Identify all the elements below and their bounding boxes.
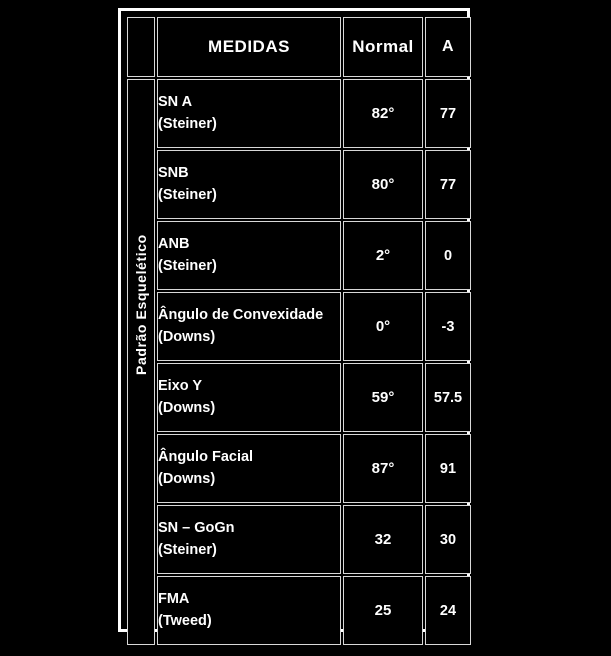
measure-author: (Steiner) — [158, 186, 217, 203]
header-corner-cell — [127, 17, 155, 77]
table-row: Ângulo de Convexidade (Downs) 0° -3 — [127, 292, 471, 361]
patient-value: 77 — [425, 150, 471, 219]
measure-author: (Downs) — [158, 328, 216, 345]
measure-name: SN – GoGn — [158, 520, 235, 537]
measure-cell: ANB (Steiner) — [157, 221, 341, 290]
normal-value: 25 — [343, 576, 423, 645]
measure-name: FMA — [158, 591, 190, 608]
normal-value: 87° — [343, 434, 423, 503]
measure-author: (Tweed) — [158, 612, 212, 629]
patient-value: 91 — [425, 434, 471, 503]
patient-value: -3 — [425, 292, 471, 361]
table-row: FMA (Tweed) 25 24 — [127, 576, 471, 645]
measure-name: Ângulo de Convexidade — [158, 307, 324, 324]
table-row: Eixo Y (Downs) 59° 57.5 — [127, 363, 471, 432]
normal-value: 2° — [343, 221, 423, 290]
header-normal: Normal — [343, 17, 423, 77]
measure-name: SN A — [158, 94, 193, 111]
patient-value: 30 — [425, 505, 471, 574]
table-row: Padrão Esquelético SN A (Steiner) 82° 77 — [127, 79, 471, 645]
measure-name: Eixo Y — [158, 378, 203, 395]
header-measures: MEDIDAS — [157, 17, 341, 77]
table-header-row: MEDIDAS Normal A — [127, 17, 471, 77]
cephalometric-table-frame: MEDIDAS Normal A Padrão Esquelético SN A… — [118, 8, 471, 645]
measure-cell: SN – GoGn (Steiner) — [157, 505, 341, 574]
measure-cell: Ângulo Facial (Downs) — [157, 434, 341, 503]
patient-value: 0 — [425, 221, 471, 290]
cephalometric-measurements-table: MEDIDAS Normal A Padrão Esquelético SN A… — [125, 15, 473, 647]
table-row: Ângulo Facial (Downs) 87° 91 — [127, 434, 471, 503]
measure-author: (Steiner) — [158, 115, 217, 132]
measure-author: (Steiner) — [158, 541, 217, 558]
measure-author: (Steiner) — [158, 257, 217, 274]
normal-value: 32 — [343, 505, 423, 574]
measure-cell: FMA (Tweed) — [157, 576, 341, 645]
measure-cell: Ângulo de Convexidade (Downs) — [157, 292, 341, 361]
measure-name: Ângulo Facial — [158, 449, 254, 466]
patient-value: 24 — [425, 576, 471, 645]
row-group-label-cell: Padrão Esquelético — [127, 79, 155, 645]
patient-value: 57.5 — [425, 363, 471, 432]
header-patient: A — [425, 17, 471, 77]
row-group-label: Padrão Esquelético — [133, 234, 149, 375]
measure-cell: SN A (Steiner) — [157, 79, 341, 148]
normal-value: 0° — [343, 292, 423, 361]
measure-cell: Eixo Y (Downs) — [157, 363, 341, 432]
patient-value: 77 — [425, 79, 471, 148]
table-row: SN – GoGn (Steiner) 32 30 — [127, 505, 471, 574]
normal-value: 80° — [343, 150, 423, 219]
measure-cell: SNB (Steiner) — [157, 150, 341, 219]
normal-value: 82° — [343, 79, 423, 148]
normal-value: 59° — [343, 363, 423, 432]
table-row: SNB (Steiner) 80° 77 — [127, 150, 471, 219]
measure-name: ANB — [158, 236, 190, 253]
table-row: ANB (Steiner) 2° 0 — [127, 221, 471, 290]
measure-author: (Downs) — [158, 470, 216, 487]
measure-name: SNB — [158, 165, 189, 182]
measure-author: (Downs) — [158, 399, 216, 416]
